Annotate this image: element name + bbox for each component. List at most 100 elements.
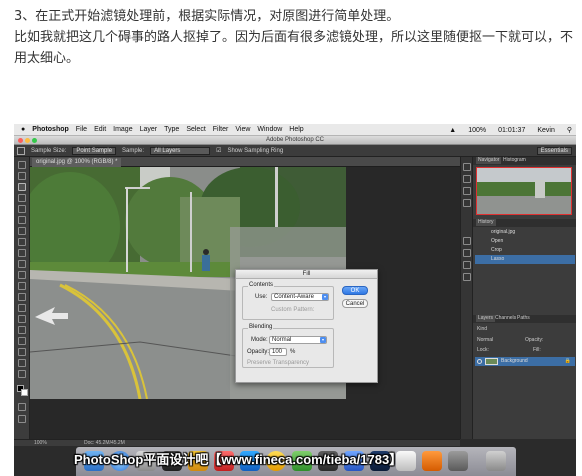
layer-row[interactable]: Background 🔒 [475,357,575,366]
zoom-level[interactable]: 100% [34,440,47,447]
history-brush-tool-icon[interactable] [18,260,26,268]
tab-navigator[interactable]: Navigator [476,157,502,164]
right-panels: Navigator Histogram History original.jpg… [472,157,576,439]
cancel-button[interactable]: Cancel [342,299,368,308]
document-tab-bar: original.jpg @ 100% (RGB/8) * [30,157,460,167]
menu-window[interactable]: Window [257,126,282,133]
blend-mode-select[interactable]: Normal [477,337,493,344]
lock-icon[interactable]: 🔒 [565,357,571,366]
type-tool-icon[interactable] [18,326,26,334]
preserve-transparency-checkbox[interactable]: Preserve Transparency [247,360,309,366]
path-selection-tool-icon[interactable] [18,337,26,345]
brush-panel-icon[interactable] [463,187,471,195]
history-item-selected[interactable]: Lasso [475,255,575,264]
menu-help[interactable]: Help [289,126,303,133]
tab-layers[interactable]: Layers [476,315,496,322]
use-select[interactable]: Content-Aware ▾ [271,293,329,301]
tab-histogram[interactable]: Histogram [503,157,526,164]
article-line-1: 3、在正式开始滤镜处理前，根据实际情况，对原图进行简单处理。 [14,9,400,24]
eraser-tool-icon[interactable] [18,271,26,279]
lasso-tool-icon[interactable] [18,183,26,191]
blending-group: Blending Mode: Normal ▾ Opacity: 100 % P… [242,324,334,368]
adjustments-panel-icon[interactable] [463,261,471,269]
navigator-thumbnail [477,168,571,214]
mode-select[interactable]: Normal ▾ [269,336,327,344]
menu-view[interactable]: View [235,126,250,133]
history-item[interactable]: Open [475,237,575,246]
marquee-tool-icon[interactable] [18,172,26,180]
mode-label: Mode: [251,337,268,343]
tools-panel [14,157,30,439]
quick-mask-icon[interactable] [18,403,26,411]
document-tab[interactable]: original.jpg @ 100% (RGB/8) * [32,158,122,167]
hand-tool-icon[interactable] [18,359,26,367]
window-title-bar: Adobe Photoshop CC [14,136,576,145]
mac-status-area: ▲ 100% 01:01:37 Kevin ⚲ [442,124,572,136]
history-item[interactable]: Crop [475,246,575,255]
opacity-input-value: 100 [272,349,283,355]
history-item-label: original.jpg [491,229,516,235]
shape-tool-icon[interactable] [18,348,26,356]
paragraph-panel-icon[interactable] [463,249,471,257]
panel-icon-strip [460,157,472,439]
close-window-icon[interactable] [18,138,23,143]
zoom-tool-icon[interactable] [18,370,26,378]
gradient-tool-icon[interactable] [18,282,26,290]
blur-tool-icon[interactable] [18,293,26,301]
history-item[interactable]: original.jpg [475,228,575,237]
clone-stamp-tool-icon[interactable] [18,249,26,257]
tab-channels[interactable]: Channels [495,315,516,322]
clock[interactable]: 01:01:37 [498,127,525,134]
minimize-window-icon[interactable] [25,138,30,143]
move-tool-icon[interactable] [18,161,26,169]
menu-layer[interactable]: Layer [140,126,158,133]
tab-history[interactable]: History [476,219,496,226]
canvas-area[interactable]: Fill Contents Use: Content-Aware ▾ Custo… [30,167,460,439]
menu-type[interactable]: Type [164,126,179,133]
layer-filter-kind[interactable]: Kind [477,326,487,333]
search-icon[interactable]: ⚲ [567,126,572,134]
navigator-preview[interactable] [476,167,572,215]
sample-size-select[interactable]: Point Sample [72,146,117,155]
brush-tool-icon[interactable] [18,238,26,246]
swatches-panel-icon[interactable] [463,199,471,207]
layers-tab-bar: Layers Channels Paths [473,315,576,323]
show-sampling-ring-checkbox[interactable]: ☑ [216,147,221,154]
eyedropper-tool-icon[interactable] [17,146,25,155]
navigator-tab-bar: Navigator Histogram [473,157,576,165]
screen-mode-icon[interactable] [18,415,26,423]
properties-panel-icon[interactable] [463,175,471,183]
styles-panel-icon[interactable] [463,273,471,281]
layer-fill-label: Fill: [533,347,541,353]
character-panel-icon[interactable] [463,237,471,245]
eye-icon[interactable] [477,359,482,364]
workspace-select[interactable]: Essentials [536,146,572,155]
eyedropper-tool-icon[interactable] [18,216,26,224]
menu-edit[interactable]: Edit [94,126,106,133]
dodge-tool-icon[interactable] [18,304,26,312]
mac-menu-bar: ● Photoshop File Edit Image Layer Type S… [14,124,576,136]
battery-level[interactable]: 100% [468,127,486,134]
history-panel-icon[interactable] [463,163,471,171]
mode-select-value: Normal [272,337,292,343]
content-aware-fill-selection [30,167,31,168]
ok-button[interactable]: OK [342,286,368,295]
menu-select[interactable]: Select [186,126,205,133]
crop-tool-icon[interactable] [18,205,26,213]
wifi-icon[interactable]: ▲ [449,127,456,134]
quick-selection-tool-icon[interactable] [18,194,26,202]
menu-image[interactable]: Image [113,126,132,133]
user-name[interactable]: Kevin [537,127,555,134]
opacity-input[interactable]: 100 [269,348,287,356]
use-label: Use: [255,294,268,300]
background-color-swatch[interactable] [21,389,28,396]
healing-brush-tool-icon[interactable] [18,227,26,235]
sample-select[interactable]: All Layers [150,146,211,155]
app-menu[interactable]: Photoshop [32,126,69,133]
menu-filter[interactable]: Filter [213,126,229,133]
menu-file[interactable]: File [76,126,87,133]
zoom-window-icon[interactable] [32,138,37,143]
pen-tool-icon[interactable] [18,315,26,323]
apple-icon[interactable]: ● [21,126,25,133]
tab-paths[interactable]: Paths [517,315,530,322]
